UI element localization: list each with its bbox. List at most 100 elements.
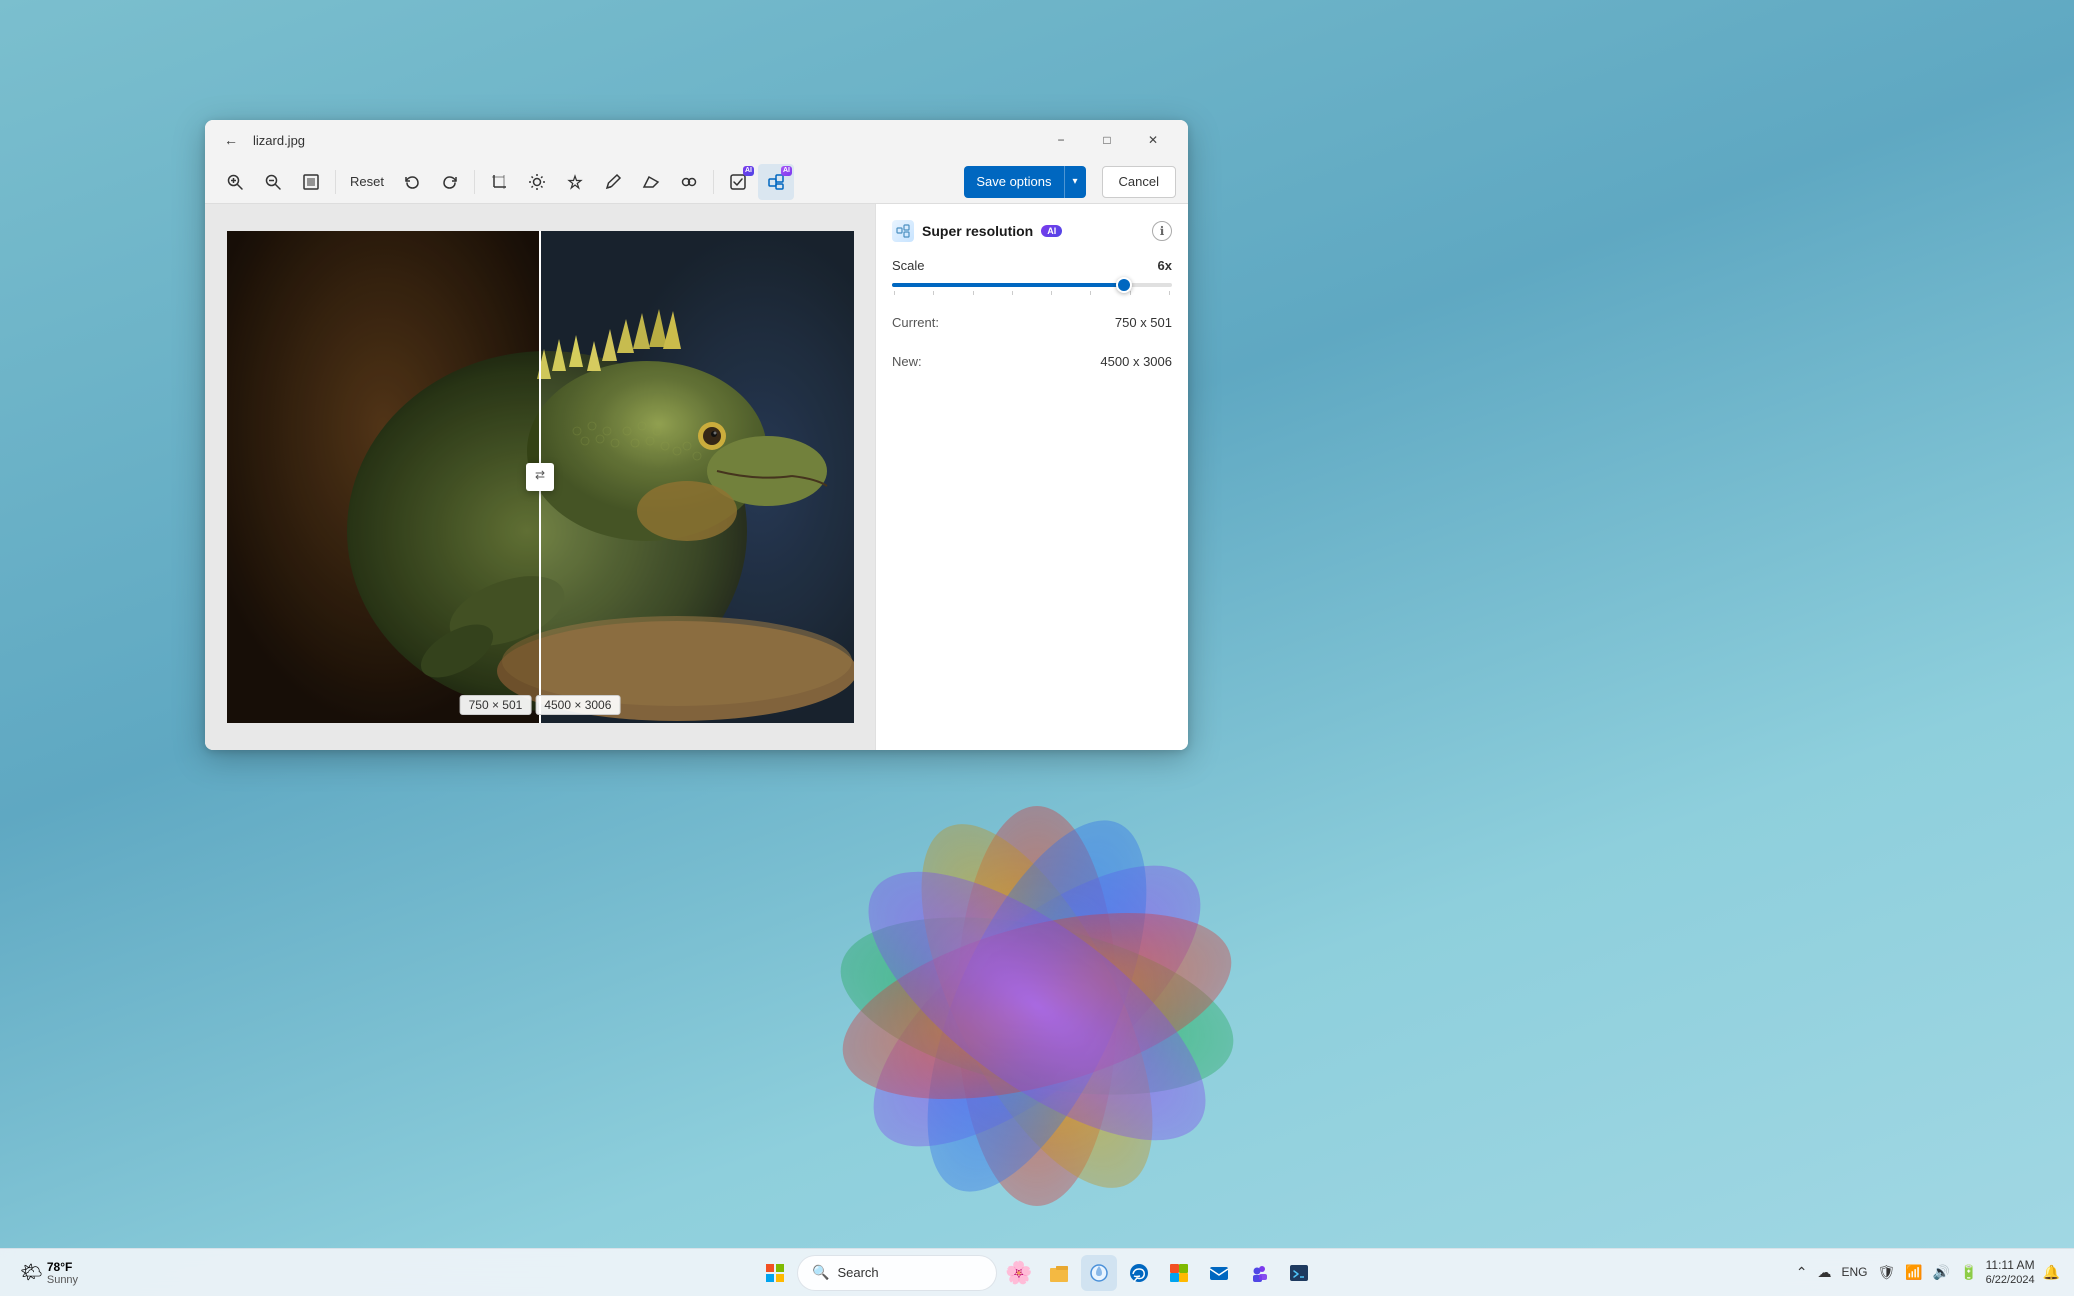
taskbar-right: ⌃ ☁ ENG 🛡 📶 🔊 🔋 11:11 AM 6/22/2024 🔔 <box>1794 1258 2062 1288</box>
new-value: 4500 x 3006 <box>1100 354 1172 369</box>
effects-button[interactable] <box>671 164 707 200</box>
super-resolution-button[interactable]: AI <box>758 164 794 200</box>
fit-view-button[interactable] <box>293 164 329 200</box>
weather-temp: 78°F <box>47 1260 78 1274</box>
save-options-main[interactable]: Save options <box>964 166 1064 198</box>
cloud-icon[interactable]: ☁ <box>1816 1262 1834 1283</box>
current-value: 750 x 501 <box>1115 315 1172 330</box>
tray-icons: ⌃ ☁ ENG 🛡 📶 🔊 🔋 <box>1794 1262 1980 1283</box>
right-panel: Super resolution AI ℹ Scale 6x <box>875 204 1188 750</box>
info-button[interactable]: ℹ <box>1152 221 1172 241</box>
search-icon: 🔍 <box>812 1264 829 1281</box>
ai-badge-sr: AI <box>781 166 792 176</box>
taskbar-center: 🔍 Search 🌸 <box>757 1255 1317 1291</box>
ai-pill: AI <box>1041 225 1062 237</box>
toolbar: Reset <box>205 160 1188 204</box>
taskbar-search[interactable]: 🔍 Search <box>797 1255 997 1291</box>
taskbar-paint-app[interactable] <box>1081 1255 1117 1291</box>
battery-icon[interactable]: 🔋 <box>1958 1262 1979 1283</box>
divider-3 <box>713 170 714 194</box>
zoom-out-button[interactable] <box>255 164 291 200</box>
security-icon[interactable]: 🛡 <box>1876 1262 1898 1283</box>
notification-icon[interactable]: 🔔 <box>2041 1262 2062 1283</box>
brightness-button[interactable] <box>519 164 555 200</box>
taskbar: 🌤 78°F Sunny 🔍 Search 🌸 <box>0 1248 2074 1296</box>
language-icon[interactable]: ENG <box>1840 1263 1870 1281</box>
new-label: New: <box>892 354 922 369</box>
slider-thumb[interactable] <box>1116 277 1132 293</box>
scale-slider[interactable] <box>892 283 1172 287</box>
original-res-label: 750 × 501 <box>460 695 532 715</box>
slider-fill <box>892 283 1124 287</box>
clock-date: 6/22/2024 <box>1986 1273 2035 1287</box>
panel-header: Super resolution AI ℹ <box>892 220 1172 242</box>
desktop-bloom <box>587 756 1487 1256</box>
close-button[interactable]: ✕ <box>1130 124 1176 156</box>
erase-button[interactable] <box>633 164 669 200</box>
maximize-button[interactable]: □ <box>1084 124 1130 156</box>
scale-row: Scale 6x <box>892 258 1172 273</box>
weather-text: 78°F Sunny <box>47 1260 78 1286</box>
taskbar-edge[interactable] <box>1121 1255 1157 1291</box>
panel-title: Super resolution <box>922 223 1033 239</box>
svg-text:⇄: ⇄ <box>534 468 544 482</box>
tick-3 <box>973 291 974 295</box>
redo-button[interactable] <box>432 164 468 200</box>
scale-label: Scale <box>892 258 925 273</box>
resolution-labels: 750 × 501 4500 × 3006 <box>460 695 621 715</box>
divider-1 <box>335 170 336 194</box>
windows-logo <box>766 1264 784 1282</box>
taskbar-bloom-app[interactable]: 🌸 <box>1001 1255 1037 1291</box>
tick-2 <box>933 291 934 295</box>
taskbar-left: 🌤 78°F Sunny <box>12 1260 86 1286</box>
tick-4 <box>1012 291 1013 295</box>
back-button[interactable]: ← <box>217 126 245 154</box>
new-res-row: New: 4500 x 3006 <box>892 350 1172 373</box>
system-clock[interactable]: 11:11 AM 6/22/2024 <box>1986 1258 2035 1288</box>
chevron-up-icon[interactable]: ⌃ <box>1794 1262 1810 1283</box>
ai-badge-bg: AI <box>743 166 754 176</box>
retouch-button[interactable] <box>557 164 593 200</box>
lizard-image: ⇄ <box>227 231 854 723</box>
search-label: Search <box>837 1265 878 1280</box>
volume-icon[interactable]: 🔊 <box>1931 1262 1952 1283</box>
weather-icon: 🌤 <box>20 1262 43 1283</box>
weather-widget[interactable]: 🌤 78°F Sunny <box>12 1260 86 1286</box>
zoom-in-button[interactable] <box>217 164 253 200</box>
background-remove-button[interactable]: AI <box>720 164 756 200</box>
tick-5 <box>1051 291 1052 295</box>
taskbar-teams[interactable] <box>1241 1255 1277 1291</box>
main-content: ⇄ 750 × 501 4500 × 3006 Super resolution… <box>205 204 1188 750</box>
super-resolution-panel-icon <box>892 220 914 242</box>
weather-condition: Sunny <box>47 1274 78 1286</box>
title-bar: ← lizard.jpg − □ ✕ <box>205 120 1188 160</box>
taskbar-mail[interactable] <box>1201 1255 1237 1291</box>
taskbar-dev[interactable] <box>1281 1255 1317 1291</box>
scale-value: 6x <box>1158 258 1172 273</box>
canvas-area: ⇄ 750 × 501 4500 × 3006 <box>205 204 875 750</box>
tick-6 <box>1090 291 1091 295</box>
taskbar-file-explorer[interactable] <box>1041 1255 1077 1291</box>
cancel-button[interactable]: Cancel <box>1102 166 1176 198</box>
undo-button[interactable] <box>394 164 430 200</box>
save-options-button[interactable]: Save options ▾ <box>964 166 1085 198</box>
reset-button[interactable]: Reset <box>342 164 392 200</box>
wifi-icon[interactable]: 📶 <box>1903 1262 1924 1283</box>
tick-8 <box>1169 291 1170 295</box>
taskbar-store[interactable] <box>1161 1255 1197 1291</box>
window-title: lizard.jpg <box>253 133 1030 148</box>
start-button[interactable] <box>757 1255 793 1291</box>
window-controls: − □ ✕ <box>1038 124 1176 156</box>
tick-1 <box>894 291 895 295</box>
paint-window: ← lizard.jpg − □ ✕ Reset <box>205 120 1188 750</box>
image-container: ⇄ 750 × 501 4500 × 3006 <box>227 231 854 723</box>
save-options-dropdown[interactable]: ▾ <box>1065 166 1086 198</box>
panel-title-group: Super resolution AI <box>892 220 1062 242</box>
divider-2 <box>474 170 475 194</box>
scale-section: Scale 6x <box>892 258 1172 295</box>
minimize-button[interactable]: − <box>1038 124 1084 156</box>
crop-button[interactable] <box>481 164 517 200</box>
slider-ticks <box>892 291 1172 295</box>
draw-button[interactable] <box>595 164 631 200</box>
tick-7 <box>1130 291 1131 295</box>
